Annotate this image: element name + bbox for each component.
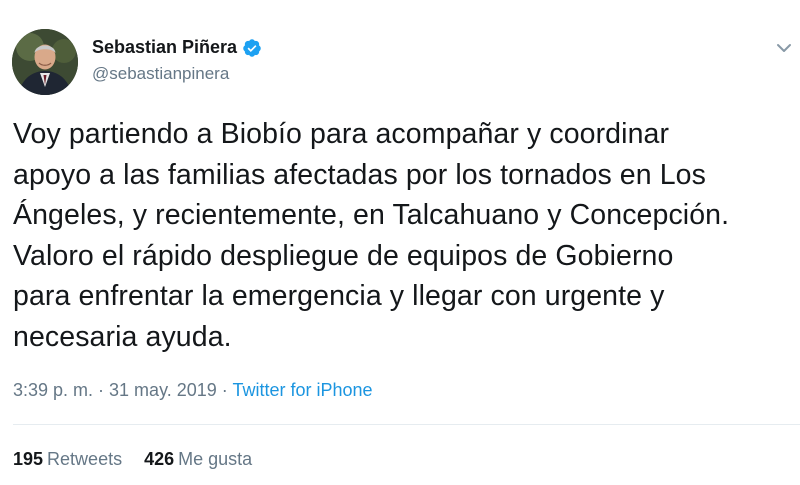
- divider: [13, 424, 800, 425]
- retweets-stat[interactable]: 195 Retweets: [13, 449, 122, 470]
- likes-count: 426: [144, 449, 175, 469]
- chevron-down-icon[interactable]: [772, 36, 796, 60]
- user-avatar-photo-icon: [12, 29, 78, 95]
- display-name[interactable]: Sebastian Piñera: [92, 37, 262, 58]
- tweet-text: Voy partiendo a Biobío para acompañar y …: [13, 118, 730, 353]
- retweets-count: 195: [13, 449, 44, 469]
- tweet-source-link[interactable]: Twitter for iPhone: [232, 380, 372, 400]
- tweet-meta: 3:39 p. m. · 31 may. 2019 · Twitter for …: [13, 380, 373, 401]
- verified-badge-icon: [242, 38, 262, 58]
- display-name-text: Sebastian Piñera: [92, 37, 238, 57]
- avatar[interactable]: [12, 29, 78, 95]
- likes-stat[interactable]: 426 Me gusta: [144, 449, 252, 470]
- tweet-card: Sebastian Piñera @sebastianpinera Voy pa…: [0, 0, 800, 485]
- likes-label: Me gusta: [178, 449, 253, 469]
- retweets-label: Retweets: [47, 449, 123, 469]
- tweet-timestamp[interactable]: 3:39 p. m. · 31 may. 2019 ·: [13, 380, 228, 400]
- user-handle[interactable]: @sebastianpinera: [92, 64, 229, 84]
- tweet-stats: 195 Retweets 426 Me gusta: [13, 449, 274, 470]
